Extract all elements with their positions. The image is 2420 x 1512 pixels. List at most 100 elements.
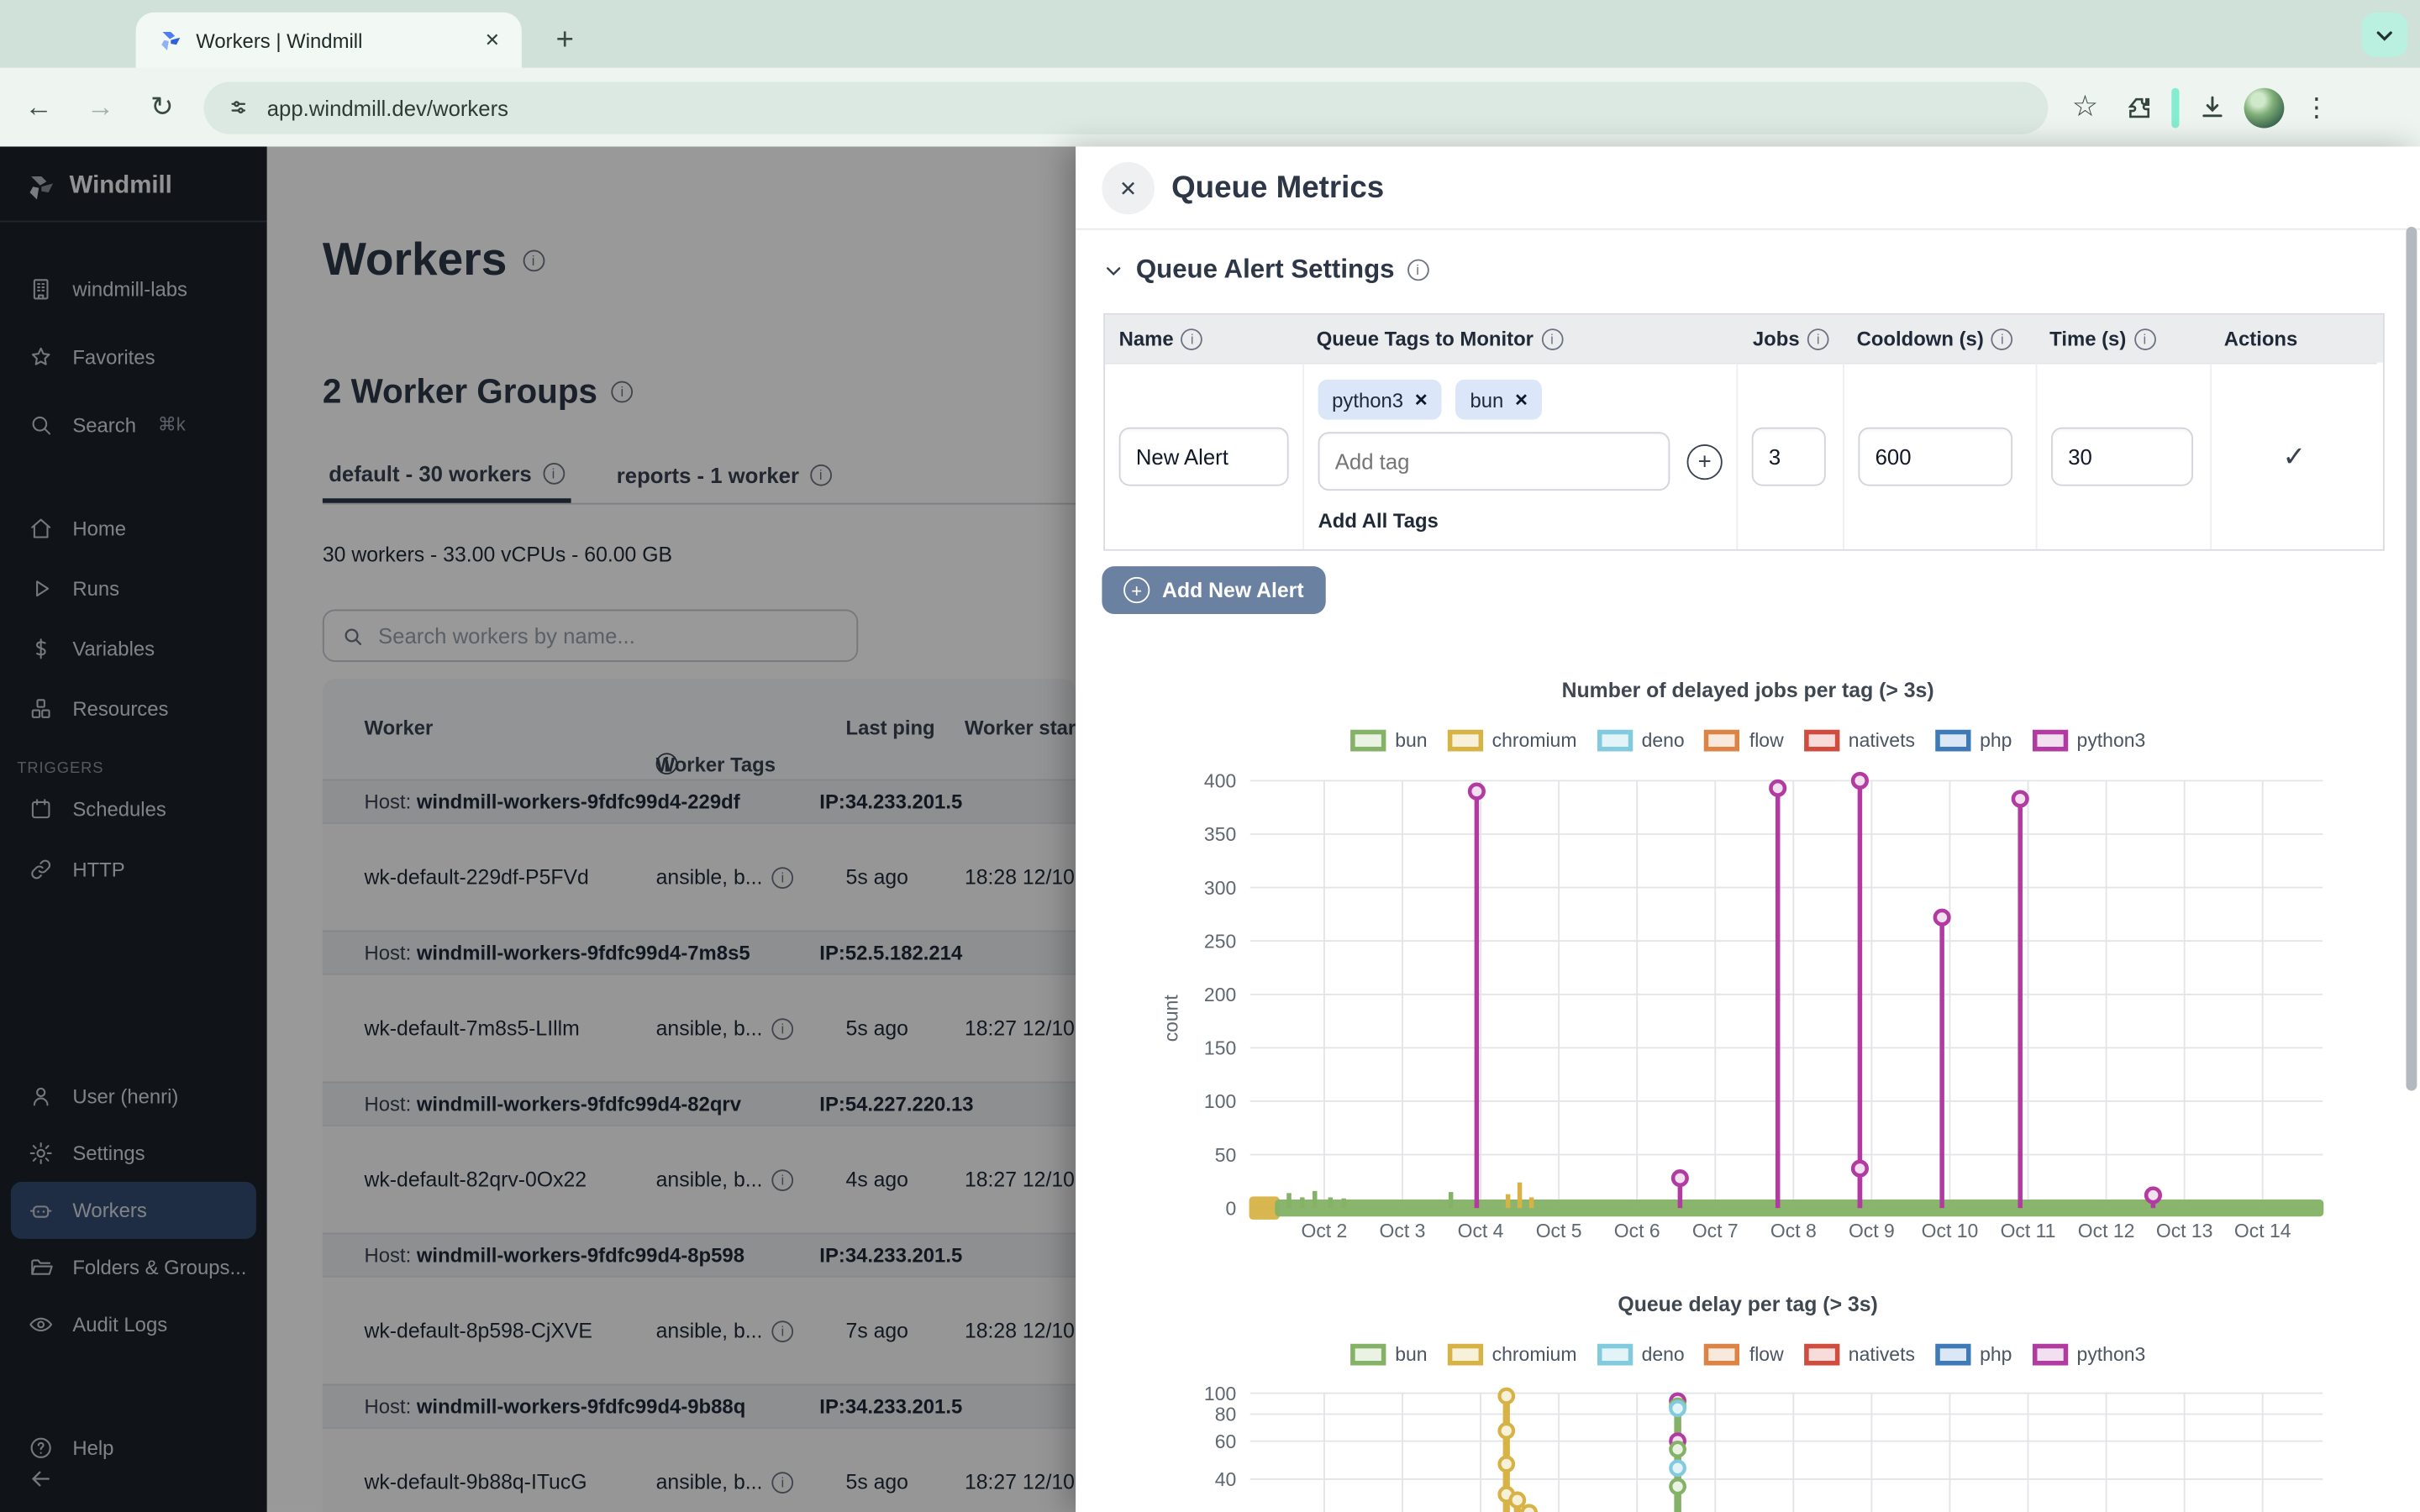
plus-circle-icon: + xyxy=(1123,577,1150,603)
reload-button[interactable]: ↻ xyxy=(139,84,185,130)
col-cooldown: Cooldown (s)i xyxy=(1843,315,2036,363)
col-actions: Actions xyxy=(2210,315,2376,363)
time-input[interactable] xyxy=(2051,428,2193,486)
legend-swatch xyxy=(1705,730,1740,752)
info-icon[interactable]: i xyxy=(2133,328,2155,349)
jobs-input[interactable] xyxy=(1752,428,1826,486)
legend-label: php xyxy=(1980,730,2012,752)
legend-item-nativets[interactable]: nativets xyxy=(1804,730,1915,752)
remove-tag-icon[interactable]: ✕ xyxy=(1414,390,1428,410)
queue-alert-settings-toggle[interactable]: Queue Alert Settings i xyxy=(1103,255,1428,286)
add-tag-input[interactable] xyxy=(1318,432,1670,491)
legend-item-flow[interactable]: flow xyxy=(1705,730,1784,752)
queue-delay-chart: Queue delay per tag (> 3s) bunchromiumde… xyxy=(1076,1293,2420,1365)
legend-item-flow[interactable]: flow xyxy=(1705,1344,1784,1366)
browser-tab-bar: Workers | Windmill ✕ + xyxy=(0,0,2420,68)
legend-swatch xyxy=(1935,730,1970,752)
drawer-scrollbar[interactable] xyxy=(2406,227,2417,1091)
col-jobs: Jobsi xyxy=(1736,315,1843,363)
legend-label: nativets xyxy=(1849,1344,1915,1366)
downloads-icon[interactable] xyxy=(2190,86,2233,129)
legend-swatch xyxy=(2032,730,2067,752)
legend-item-deno[interactable]: deno xyxy=(1597,1344,1684,1366)
page-content: Windmill windmill-labsFavoritesSearch⌘k … xyxy=(0,146,2420,1512)
legend-item-bun[interactable]: bun xyxy=(1350,1344,1428,1366)
svg-text:Oct 7: Oct 7 xyxy=(1692,1220,1739,1242)
svg-text:100: 100 xyxy=(1204,1090,1236,1112)
add-all-tags-link[interactable]: Add All Tags xyxy=(1318,509,1723,533)
back-button[interactable]: ← xyxy=(15,84,61,130)
info-icon[interactable]: i xyxy=(1541,328,1563,349)
alert-settings-table: Namei Queue Tags to Monitori Jobsi Coold… xyxy=(1103,313,2384,551)
chart-plot[interactable]: 050100150200250300350400Oct 2Oct 3Oct 4O… xyxy=(1076,771,2420,1265)
svg-text:50: 50 xyxy=(1215,1144,1237,1166)
info-icon[interactable]: i xyxy=(1807,328,1829,349)
browser-tab[interactable]: Workers | Windmill ✕ xyxy=(136,13,522,68)
browser-window: Workers | Windmill ✕ + ← → ↻ app.windmil… xyxy=(0,0,2420,1512)
tag-chip-bun[interactable]: bun✕ xyxy=(1456,380,1543,420)
legend-item-php[interactable]: php xyxy=(1935,1344,2012,1366)
confirm-check-icon[interactable]: ✓ xyxy=(2282,440,2306,473)
new-tab-button[interactable]: + xyxy=(544,18,587,61)
svg-text:250: 250 xyxy=(1204,930,1236,952)
remove-tag-icon[interactable]: ✕ xyxy=(1514,390,1528,410)
browser-toolbar: ← → ↻ app.windmill.dev/workers ☆ ⋮ xyxy=(0,68,2420,147)
svg-text:200: 200 xyxy=(1204,984,1236,1005)
svg-text:300: 300 xyxy=(1204,877,1236,899)
svg-text:Oct 2: Oct 2 xyxy=(1302,1220,1348,1242)
legend-swatch xyxy=(1350,1344,1386,1366)
legend-label: php xyxy=(1980,1344,2012,1366)
forward-button[interactable]: → xyxy=(77,84,124,130)
legend-item-chromium[interactable]: chromium xyxy=(1447,1344,1576,1366)
legend-label: bun xyxy=(1395,1344,1427,1366)
svg-text:60: 60 xyxy=(1215,1431,1237,1452)
svg-text:0: 0 xyxy=(1225,1197,1236,1219)
chevron-down-icon xyxy=(2374,24,2396,45)
delayed-jobs-chart: Number of delayed jobs per tag (> 3s) bu… xyxy=(1076,679,2420,751)
alert-name-input[interactable] xyxy=(1119,428,1289,486)
legend-item-nativets[interactable]: nativets xyxy=(1804,1344,1915,1366)
alert-row: python3✕ bun✕ + Add All Tags ✓ xyxy=(1105,363,2383,549)
svg-text:40: 40 xyxy=(1215,1468,1237,1490)
col-queue-tags: Queue Tags to Monitori xyxy=(1302,315,1736,363)
chart-plot[interactable]: 100806040 xyxy=(1076,1385,2420,1512)
browser-menu-icon[interactable]: ⋮ xyxy=(2295,86,2338,129)
legend-swatch xyxy=(1447,730,1482,752)
svg-text:Oct 5: Oct 5 xyxy=(1536,1220,1582,1242)
legend-label: python3 xyxy=(2077,1344,2146,1366)
legend-item-python3[interactable]: python3 xyxy=(2032,730,2145,752)
legend-label: chromium xyxy=(1492,1344,1577,1366)
tab-close-icon[interactable]: ✕ xyxy=(478,26,506,54)
legend-swatch xyxy=(1804,730,1839,752)
tab-search-button[interactable] xyxy=(2361,13,2407,57)
legend-label: deno xyxy=(1642,1344,1685,1366)
legend-item-chromium[interactable]: chromium xyxy=(1447,730,1576,752)
info-icon[interactable]: i xyxy=(1991,328,2013,349)
legend-item-deno[interactable]: deno xyxy=(1597,730,1684,752)
legend-label: nativets xyxy=(1849,730,1915,752)
chart-legend: bun chromium deno flow nativets php python3 xyxy=(1076,1344,2420,1366)
url-text[interactable]: app.windmill.dev/workers xyxy=(267,95,508,119)
cooldown-input[interactable] xyxy=(1858,428,2012,486)
close-drawer-button[interactable]: ✕ xyxy=(1102,162,1154,214)
legend-item-python3[interactable]: python3 xyxy=(2032,1344,2145,1366)
legend-item-php[interactable]: php xyxy=(1935,730,2012,752)
svg-text:Oct 4: Oct 4 xyxy=(1458,1220,1504,1242)
url-bar[interactable]: app.windmill.dev/workers xyxy=(203,81,2048,133)
svg-text:Oct 9: Oct 9 xyxy=(1849,1220,1895,1242)
tab-title: Workers | Windmill xyxy=(196,29,465,52)
add-new-alert-button[interactable]: + Add New Alert xyxy=(1102,566,1325,614)
info-icon[interactable]: i xyxy=(1181,328,1203,349)
legend-swatch xyxy=(1597,730,1632,752)
windmill-favicon xyxy=(157,28,182,52)
tag-chip-python3[interactable]: python3✕ xyxy=(1318,380,1443,420)
legend-item-bun[interactable]: bun xyxy=(1350,730,1428,752)
site-info-icon[interactable] xyxy=(225,94,251,120)
svg-text:350: 350 xyxy=(1204,823,1236,845)
info-icon[interactable]: i xyxy=(1407,260,1428,281)
profile-avatar[interactable] xyxy=(2244,87,2285,128)
extensions-icon[interactable] xyxy=(2118,86,2160,129)
bookmark-star-icon[interactable]: ☆ xyxy=(2064,86,2107,129)
add-tag-plus-button[interactable]: + xyxy=(1687,444,1723,479)
drawer-backdrop[interactable] xyxy=(0,146,1076,1512)
